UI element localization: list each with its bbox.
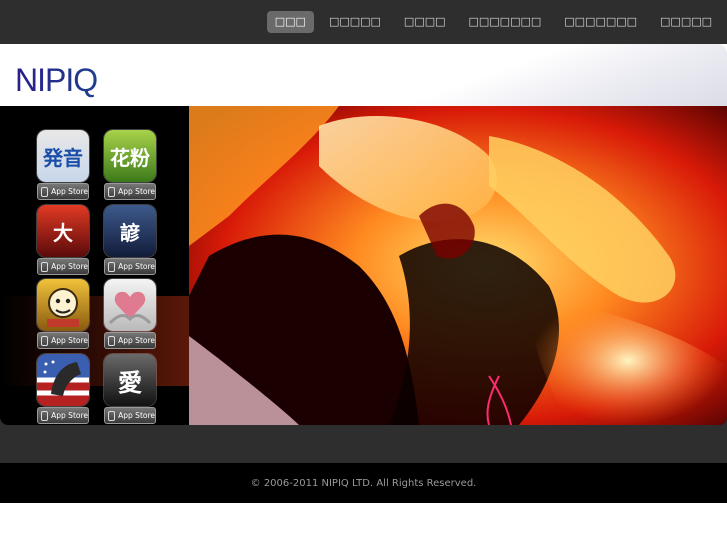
apple-icon: [41, 335, 49, 346]
app-store-badge: App Store: [104, 258, 156, 275]
app-glyph-8: 愛: [118, 368, 142, 397]
nav-item-4[interactable]: □□□□□□□: [461, 11, 550, 33]
nav-item-2[interactable]: □□□□□: [321, 11, 389, 33]
app-store-badge: App Store: [104, 407, 156, 424]
main-nav: □□□ □□□□□ □□□□ □□□□□□□ □□□□□□□ □□□□□: [266, 11, 727, 33]
apple-icon: [108, 261, 116, 272]
app-store-badge: App Store: [37, 183, 89, 200]
app-icon-7: [37, 354, 89, 406]
character-icon: [47, 288, 79, 327]
apple-icon: [108, 186, 116, 197]
app-glyph-2: 花粉: [110, 145, 150, 170]
app-tile-6[interactable]: App Store: [104, 279, 156, 351]
app-glyph-1: 発音: [43, 145, 83, 170]
apple-icon: [41, 410, 49, 421]
logo-text: NIPIQ: [15, 64, 97, 98]
app-tile-3[interactable]: 大 App Store: [37, 205, 89, 277]
nav-item-5[interactable]: □□□□□□□: [556, 11, 645, 33]
app-store-badge: App Store: [104, 183, 156, 200]
app-icon-1: 発音: [37, 130, 89, 182]
nav-item-6[interactable]: □□□□□: [652, 11, 720, 33]
app-store-label: App Store: [51, 187, 88, 196]
app-icon-4: 諺: [104, 205, 156, 257]
app-store-badge: App Store: [37, 258, 89, 275]
hero-image: [189, 106, 727, 425]
apple-icon: [41, 261, 49, 272]
apple-icon: [108, 410, 116, 421]
apple-icon: [41, 186, 49, 197]
top-navigation-bar: □□□ □□□□□ □□□□ □□□□□□□ □□□□□□□ □□□□□: [0, 0, 727, 44]
app-icon-8: 愛: [104, 354, 156, 406]
app-tile-8[interactable]: 愛 App Store: [104, 354, 156, 425]
copyright-text: © 2006-2011 NIPIQ LTD. All Rights Reserv…: [250, 477, 477, 489]
site-footer: © 2006-2011 NIPIQ LTD. All Rights Reserv…: [0, 463, 727, 503]
app-store-label: App Store: [51, 262, 88, 271]
app-store-label: App Store: [118, 336, 155, 345]
app-tile-1[interactable]: 発音 App Store: [37, 130, 89, 202]
nav-item-1[interactable]: □□□: [266, 11, 314, 33]
site-header: NIPIQ: [0, 44, 727, 106]
app-glyph-3: 大: [53, 220, 73, 245]
heart-hands-icon: [108, 291, 152, 325]
app-store-badge: App Store: [37, 407, 89, 424]
left-glow: [0, 296, 189, 386]
app-store-label: App Store: [118, 262, 155, 271]
main-banner: 発音 App Store 花粉 App Store 大 App Store 諺 …: [0, 106, 727, 425]
app-glyph-4: 諺: [120, 220, 140, 245]
flag-icon: [43, 360, 81, 396]
app-tile-4[interactable]: 諺 App Store: [104, 205, 156, 277]
app-icon-3: 大: [37, 205, 89, 257]
app-store-label: App Store: [118, 411, 155, 420]
app-tile-5[interactable]: App Store: [37, 279, 89, 351]
apple-icon: [108, 335, 116, 346]
app-icon-6: [104, 279, 156, 331]
app-store-label: App Store: [51, 411, 88, 420]
app-store-label: App Store: [51, 336, 88, 345]
app-tile-2[interactable]: 花粉 App Store: [104, 130, 156, 202]
app-store-label: App Store: [118, 187, 155, 196]
app-tile-7[interactable]: App Store: [37, 354, 89, 425]
app-store-badge: App Store: [104, 332, 156, 349]
app-store-badge: App Store: [37, 332, 89, 349]
nipiq-logo[interactable]: NIPIQ: [15, 64, 131, 98]
app-icon-5: [37, 279, 89, 331]
app-icon-2: 花粉: [104, 130, 156, 182]
header-decoration: [307, 44, 727, 106]
nav-item-3[interactable]: □□□□: [396, 11, 454, 33]
